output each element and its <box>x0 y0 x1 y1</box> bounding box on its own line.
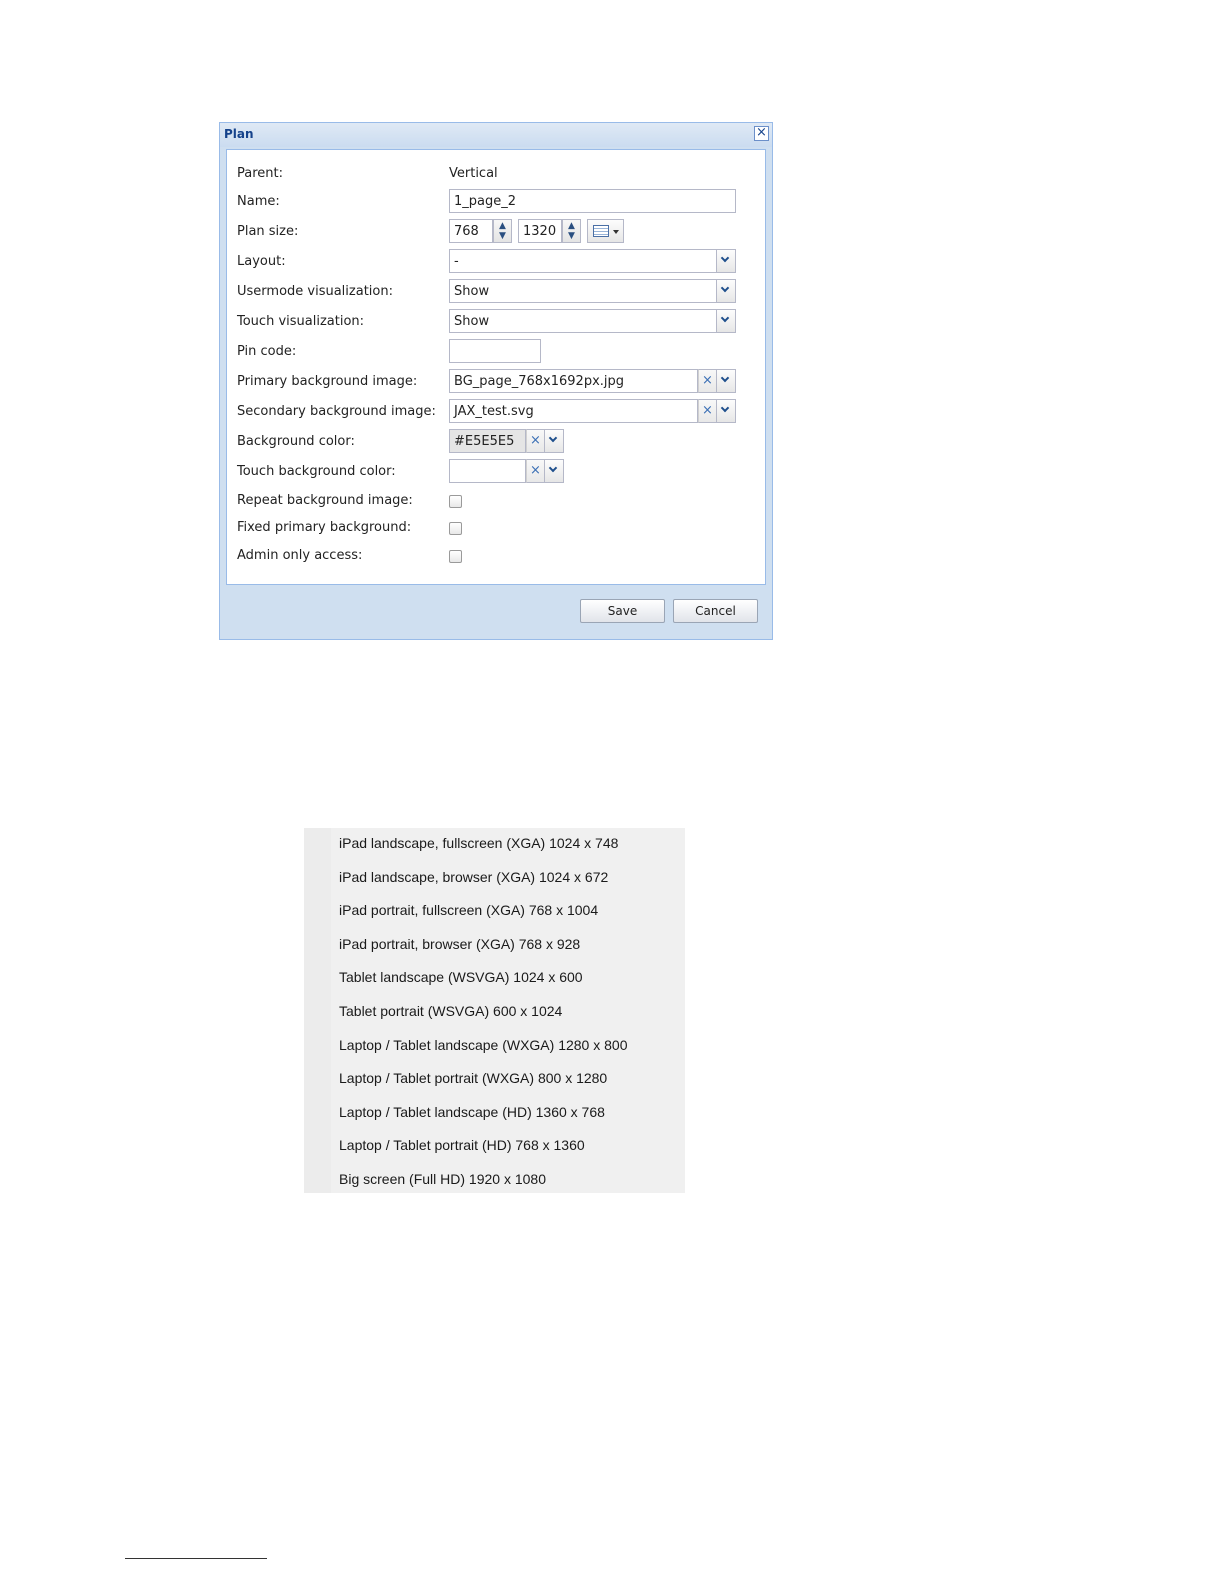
spin-down-icon[interactable]: ▼ <box>566 231 577 241</box>
spin-down-icon[interactable]: ▼ <box>497 231 508 241</box>
name-input[interactable]: 1_page_2 <box>449 189 736 213</box>
clear-icon[interactable]: × <box>698 399 717 423</box>
dialog-title: Plan <box>224 127 254 141</box>
pin-code-input[interactable] <box>449 339 541 363</box>
primary-background-image-label: Primary background image: <box>237 374 418 389</box>
name-label: Name: <box>237 194 280 209</box>
background-color-trigger[interactable] <box>545 429 564 453</box>
primary-background-image-trigger[interactable] <box>717 369 736 393</box>
fixed-primary-background-checkbox[interactable] <box>449 522 462 535</box>
preset-menu-item[interactable]: Big screen (Full HD) 1920 x 1080 <box>339 1171 546 1187</box>
plan-width-input[interactable]: 768 <box>449 219 493 243</box>
size-preset-menu-button[interactable] <box>587 219 624 243</box>
layout-select[interactable]: - <box>449 249 717 273</box>
preset-menu-item[interactable]: Laptop / Tablet landscape (WXGA) 1280 x … <box>339 1037 627 1053</box>
save-button[interactable]: Save <box>580 599 665 623</box>
dialog-body: Parent: Vertical Name: 1_page_2 Plan siz… <box>226 149 766 585</box>
spin-up-icon[interactable]: ▲ <box>566 221 577 231</box>
chevron-down-icon <box>548 433 558 443</box>
touch-visualization-label: Touch visualization: <box>237 314 365 329</box>
preset-menu-item[interactable]: Laptop / Tablet portrait (WXGA) 800 x 12… <box>339 1070 607 1086</box>
footnote-rule <box>125 1558 267 1559</box>
close-icon[interactable]: × <box>754 126 769 141</box>
chevron-down-icon <box>720 253 730 263</box>
fixed-primary-background-label: Fixed primary background: <box>237 520 412 535</box>
plan-height-stepper[interactable]: ▲ ▼ <box>562 219 581 243</box>
chevron-down-icon <box>720 373 730 383</box>
background-color-input[interactable]: #E5E5E5 <box>449 429 526 453</box>
usermode-visualization-label: Usermode visualization: <box>237 284 393 299</box>
clear-icon[interactable]: × <box>526 429 545 453</box>
plan-height-input[interactable]: 1320 <box>518 219 562 243</box>
background-color-label: Background color: <box>237 434 355 449</box>
list-icon <box>593 225 609 237</box>
usermode-visualization-trigger[interactable] <box>717 279 736 303</box>
plan-dialog: Plan × Parent: Vertical Name: 1_page_2 P… <box>219 122 773 640</box>
chevron-down-icon <box>720 283 730 293</box>
usermode-visualization-select[interactable]: Show <box>449 279 717 303</box>
preset-menu-item[interactable]: iPad portrait, fullscreen (XGA) 768 x 10… <box>339 902 598 918</box>
touch-background-color-input[interactable] <box>449 459 526 483</box>
plan-width-stepper[interactable]: ▲ ▼ <box>493 219 512 243</box>
clear-icon[interactable]: × <box>526 459 545 483</box>
cancel-button[interactable]: Cancel <box>673 599 758 623</box>
caret-down-icon <box>613 230 619 234</box>
preset-menu-item[interactable]: Tablet landscape (WSVGA) 1024 x 600 <box>339 969 583 985</box>
preset-menu-item[interactable]: Laptop / Tablet portrait (HD) 768 x 1360 <box>339 1137 585 1153</box>
plan-size-label: Plan size: <box>237 224 299 239</box>
pin-code-label: Pin code: <box>237 344 297 359</box>
touch-visualization-trigger[interactable] <box>717 309 736 333</box>
preset-menu-item[interactable]: iPad landscape, browser (XGA) 1024 x 672 <box>339 869 608 885</box>
menu-icon-gutter <box>304 828 331 1193</box>
secondary-background-image-select[interactable]: JAX_test.svg <box>449 399 698 423</box>
secondary-background-image-label: Secondary background image: <box>237 404 436 419</box>
primary-background-image-select[interactable]: BG_page_768x1692px.jpg <box>449 369 698 393</box>
chevron-down-icon <box>548 463 558 473</box>
chevron-down-icon <box>720 313 730 323</box>
dialog-footer: Save Cancel <box>226 589 766 633</box>
touch-background-color-label: Touch background color: <box>237 464 396 479</box>
size-preset-menu: iPad landscape, fullscreen (XGA) 1024 x … <box>304 828 685 1193</box>
preset-menu-item[interactable]: iPad portrait, browser (XGA) 768 x 928 <box>339 936 580 952</box>
preset-menu-item[interactable]: iPad landscape, fullscreen (XGA) 1024 x … <box>339 835 618 851</box>
secondary-background-image-trigger[interactable] <box>717 399 736 423</box>
admin-only-access-label: Admin only access: <box>237 548 363 563</box>
repeat-background-image-label: Repeat background image: <box>237 493 413 508</box>
layout-label: Layout: <box>237 254 286 269</box>
parent-label: Parent: <box>237 166 283 181</box>
layout-dropdown-trigger[interactable] <box>717 249 736 273</box>
touch-visualization-select[interactable]: Show <box>449 309 717 333</box>
parent-value: Vertical <box>449 166 498 181</box>
preset-menu-item[interactable]: Tablet portrait (WSVGA) 600 x 1024 <box>339 1003 562 1019</box>
repeat-background-image-checkbox[interactable] <box>449 495 462 508</box>
chevron-down-icon <box>720 403 730 413</box>
preset-menu-item[interactable]: Laptop / Tablet landscape (HD) 1360 x 76… <box>339 1104 605 1120</box>
clear-icon[interactable]: × <box>698 369 717 393</box>
admin-only-access-checkbox[interactable] <box>449 550 462 563</box>
touch-background-color-trigger[interactable] <box>545 459 564 483</box>
dialog-titlebar[interactable]: Plan × <box>220 123 772 147</box>
spin-up-icon[interactable]: ▲ <box>497 221 508 231</box>
